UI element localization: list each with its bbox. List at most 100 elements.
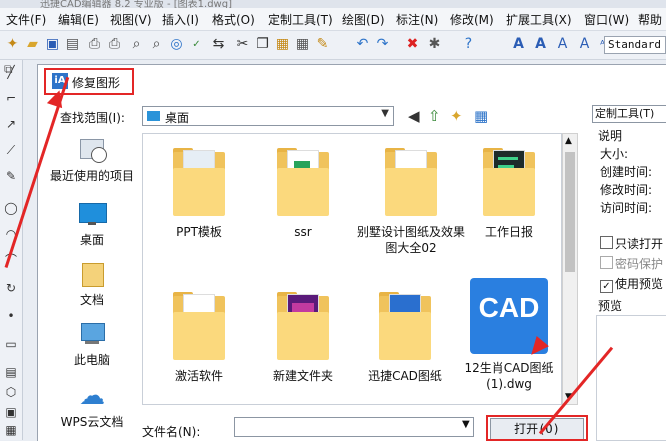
desktop-icon <box>77 201 107 227</box>
preview-checkbox[interactable]: ✓ <box>600 280 613 293</box>
print-setup-icon[interactable]: ⎙ <box>106 36 123 53</box>
text-style-select[interactable]: Standard <box>604 36 666 54</box>
menu-window[interactable]: 窗口(W) <box>584 11 629 28</box>
pencil-tool-icon[interactable]: ✎ <box>3 168 19 184</box>
menu-custom-tools[interactable]: 定制工具(T) <box>268 11 333 28</box>
scroll-thumb[interactable] <box>565 152 575 272</box>
cut-icon[interactable]: ✂ <box>234 36 251 53</box>
new-file-icon[interactable]: ✦ <box>4 36 21 53</box>
preview-option[interactable]: ✓ 使用预览 <box>600 275 663 293</box>
computer-icon <box>77 321 107 347</box>
cloud-icon: ☁ <box>79 381 105 411</box>
new-folder-icon[interactable]: ✦ <box>450 108 463 124</box>
info-section-title: 说明 <box>598 129 623 143</box>
construction-line-icon[interactable]: ⟋ <box>3 142 19 158</box>
paste-icon[interactable]: ▦ <box>274 36 291 53</box>
menu-file[interactable]: 文件(F) <box>6 11 46 28</box>
save-as-icon[interactable]: ▤ <box>64 36 81 53</box>
file-item[interactable]: 迅捷CAD图纸 <box>355 292 455 384</box>
view-menu-icon[interactable]: ▦ <box>474 108 488 124</box>
match-icon[interactable]: ⇆ <box>210 36 227 53</box>
place-recent[interactable]: 最近使用的项目 <box>46 137 138 184</box>
rectangle-tool-icon[interactable]: ▭ <box>3 336 19 352</box>
text-height-icon[interactable]: A <box>532 36 549 53</box>
find-icon[interactable]: ⌕ <box>148 36 165 53</box>
print-icon[interactable]: ⎙ <box>86 36 103 53</box>
text-find-icon[interactable]: A <box>576 36 593 53</box>
circle-tool-icon[interactable]: ◯ <box>3 200 19 216</box>
file-item[interactable]: 新建文件夹 <box>253 292 353 384</box>
file-item[interactable]: 别墅设计图纸及效果图大全02 <box>355 148 467 256</box>
info-accessed-label: 访问时间: <box>600 201 653 215</box>
main-toolbar: ✦ ▰ ▣ ▤ ⎙ ⎙ ⌕ ⌕ ◎ ✓ ⇆ ✂ ❐ ▦ ▦ ✎ ↶ ↷ ✖ ✱ … <box>0 31 666 60</box>
text-style-icon[interactable]: A <box>510 36 527 53</box>
custom-tools-button[interactable]: 定制工具(T) <box>592 105 666 123</box>
file-item[interactable]: PPT模板 <box>149 148 249 240</box>
paste-special-icon[interactable]: ▦ <box>294 36 311 53</box>
file-item[interactable]: ssr <box>253 148 353 240</box>
menu-view[interactable]: 视图(V) <box>110 11 152 28</box>
copy-icon[interactable]: ❐ <box>254 36 271 53</box>
place-computer[interactable]: 此电脑 <box>46 321 138 368</box>
file-name: 12生肖CAD图纸(1).dwg <box>464 361 554 391</box>
menu-insert[interactable]: 插入(I) <box>162 11 199 28</box>
place-documents-label: 文档 <box>79 293 104 307</box>
up-folder-icon[interactable]: ⇧ <box>428 108 441 124</box>
file-name-input[interactable] <box>234 417 474 437</box>
save-icon[interactable]: ▣ <box>44 36 61 53</box>
readonly-checkbox[interactable] <box>600 236 613 249</box>
places-bar: 最近使用的项目 桌面 文档 此电脑 ☁ WPS云文档 <box>46 135 138 441</box>
file-list-scrollbar[interactable]: ▲ ▼ <box>562 133 578 405</box>
text-edit-icon[interactable]: A <box>554 36 571 53</box>
info-modified-label: 修改时间: <box>600 183 653 197</box>
file-name: ssr <box>294 225 312 239</box>
undo-icon[interactable]: ↶ <box>354 36 371 53</box>
file-item[interactable]: 工作日报 <box>459 148 559 240</box>
layer-icon[interactable]: ⧉ <box>4 62 13 77</box>
polygon-tool-icon[interactable]: ⬡ <box>3 384 19 400</box>
info-created-label: 创建时间: <box>600 165 653 179</box>
file-list[interactable]: PPT模板 ssr 别墅设计图纸及效果图大全02 工作日报 激活软件 新建文件夹… <box>142 133 562 405</box>
look-in-combo[interactable]: 桌面 ▼ <box>142 106 394 126</box>
print-preview-icon[interactable]: ⌕ <box>128 36 145 53</box>
table-tool-icon[interactable]: ▦ <box>3 422 19 438</box>
polyline-tool-icon[interactable]: ⌐ <box>3 90 19 106</box>
password-checkbox[interactable] <box>600 256 613 269</box>
look-in-value: 桌面 <box>165 111 190 125</box>
chevron-down-icon[interactable]: ▼ <box>381 108 389 119</box>
folder-icon <box>277 148 329 216</box>
chevron-down-icon[interactable]: ▼ <box>462 419 470 430</box>
rotate-tool-icon[interactable]: ↻ <box>3 280 19 296</box>
spell-check-icon[interactable]: ✓ <box>188 36 205 53</box>
help-icon[interactable]: ? <box>460 36 477 53</box>
scroll-up-icon[interactable]: ▲ <box>565 136 572 146</box>
match-properties-icon[interactable]: ✎ <box>314 36 331 53</box>
hatch-tool-icon[interactable]: ▤ <box>3 364 19 380</box>
file-item[interactable]: CAD 12生肖CAD图纸(1).dwg <box>455 278 561 392</box>
explode-icon[interactable]: ✱ <box>426 36 443 53</box>
menu-format[interactable]: 格式(O) <box>212 11 255 28</box>
menu-modify[interactable]: 修改(M) <box>450 11 494 28</box>
readonly-option[interactable]: 只读打开 <box>600 235 663 252</box>
menu-edit[interactable]: 编辑(E) <box>58 11 99 28</box>
place-documents[interactable]: 文档 <box>46 261 138 308</box>
region-tool-icon[interactable]: ▣ <box>3 404 19 420</box>
menu-extend-tools[interactable]: 扩展工具(X) <box>506 11 572 28</box>
folder-icon <box>483 148 535 216</box>
back-icon[interactable]: ◀ <box>408 108 420 124</box>
point-tool-icon[interactable]: • <box>3 308 19 324</box>
place-desktop[interactable]: 桌面 <box>46 201 138 248</box>
preview-box <box>596 315 666 441</box>
zoom-icon[interactable]: ◎ <box>168 36 185 53</box>
ray-tool-icon[interactable]: ↗ <box>3 116 19 132</box>
redo-icon[interactable]: ↷ <box>374 36 391 53</box>
delete-icon[interactable]: ✖ <box>404 36 421 53</box>
menu-draw[interactable]: 绘图(D) <box>342 11 385 28</box>
open-folder-icon[interactable]: ▰ <box>24 36 41 53</box>
password-option[interactable]: 密码保护 <box>600 255 663 272</box>
menu-help[interactable]: 帮助 <box>638 11 662 28</box>
menu-dimension[interactable]: 标注(N) <box>396 11 438 28</box>
folder-icon <box>277 292 329 360</box>
place-wps-cloud[interactable]: ☁ WPS云文档 <box>46 383 138 430</box>
file-item[interactable]: 激活软件 <box>149 292 249 384</box>
